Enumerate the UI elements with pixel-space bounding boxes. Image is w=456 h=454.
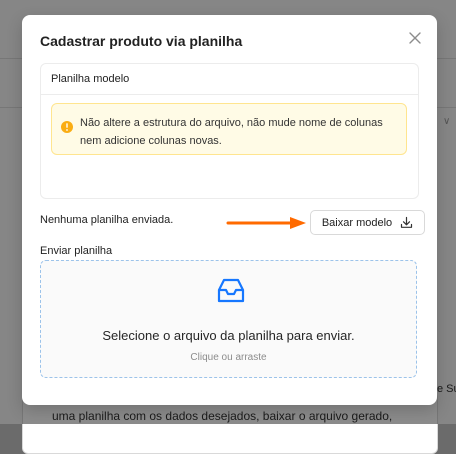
download-icon <box>401 216 413 228</box>
upload-spreadsheet-modal: Cadastrar produto via planilha Planilha … <box>22 15 437 405</box>
inbox-icon <box>217 278 245 303</box>
warning-alert: Não altere a estrutura do arquivo, não m… <box>51 103 407 155</box>
upload-status-text: Nenhuma planilha enviada. <box>40 214 174 226</box>
dropzone-main-text: Selecione o arquivo da planilha para env… <box>102 328 355 343</box>
modal-title: Cadastrar produto via planilha <box>40 33 243 49</box>
upload-field-label: Enviar planilha <box>40 245 113 257</box>
download-template-button[interactable]: Baixar modelo <box>310 210 425 235</box>
exclamation-circle-icon <box>61 121 73 133</box>
file-dropzone[interactable]: Selecione o arquivo da planilha para env… <box>40 260 417 378</box>
template-section: Planilha modelo Não altere a estrutura d… <box>40 63 425 235</box>
close-icon <box>409 32 421 44</box>
warning-text: Não altere a estrutura do arquivo, não m… <box>80 117 383 147</box>
download-template-label: Baixar modelo <box>321 216 393 229</box>
template-section-title: Planilha modelo <box>51 73 130 85</box>
arrow-pointer-icon <box>226 217 306 229</box>
dropzone-hint-text: Clique ou arraste <box>190 352 267 363</box>
close-button[interactable] <box>406 29 424 47</box>
template-section-header: Planilha modelo <box>41 64 418 95</box>
